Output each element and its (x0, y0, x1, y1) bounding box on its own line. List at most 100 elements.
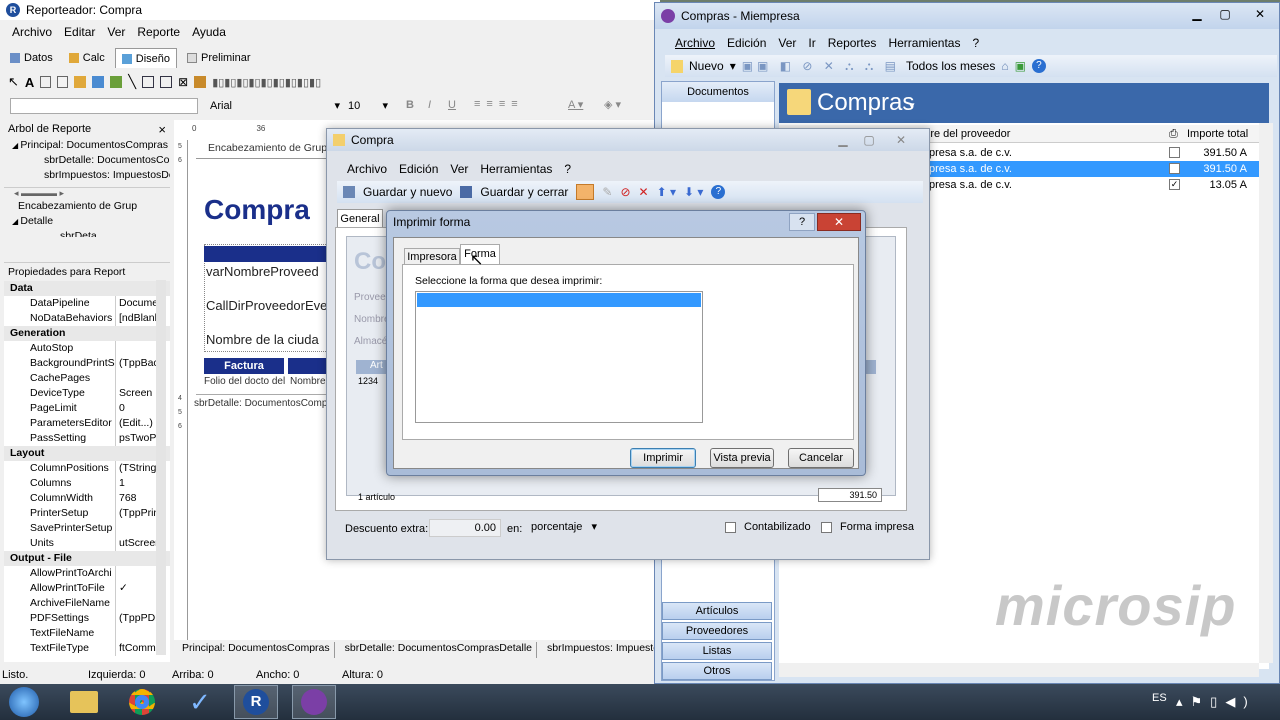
field-ciudad[interactable]: Nombre de la ciuda (206, 332, 319, 347)
cancel-icon[interactable]: ⊘ (620, 185, 630, 199)
nav-header[interactable]: Documentos (662, 82, 774, 102)
nav-otros[interactable]: Otros (662, 662, 772, 680)
menu-reporte[interactable]: Reporte (131, 22, 186, 42)
forma-list-item-selected[interactable] (417, 293, 701, 307)
align-icons[interactable]: ≡≡≡≡ (474, 98, 524, 110)
prop-row[interactable]: Units utScreen (4, 536, 170, 551)
italic-icon[interactable]: I (428, 99, 431, 111)
explorer-taskbar-icon[interactable] (62, 685, 106, 719)
dbtext-tool-icon[interactable] (142, 76, 155, 88)
compras-heading[interactable]: Compras (817, 89, 914, 117)
label-tool-icon[interactable]: A (25, 75, 34, 90)
refresh-icon[interactable]: ▣ (1015, 59, 1026, 73)
menu-ver[interactable]: Ver (101, 22, 131, 42)
more-tools-icon[interactable]: ▮▯▮▯▮▯▮▯▮▯▮▯▮▯▮▯▮▯ (212, 76, 321, 89)
print-icon[interactable] (576, 184, 595, 200)
row-checkbox[interactable] (1169, 147, 1180, 158)
ms-menu-edicion[interactable]: Edición (721, 33, 772, 53)
minimize-button[interactable]: ▁ (1183, 5, 1211, 23)
vertical-scrollbar[interactable] (1259, 123, 1273, 663)
tab-general[interactable]: General (337, 209, 383, 229)
menu-editar[interactable]: Editar (58, 22, 101, 42)
bottom-tab-sbrdetalle[interactable]: sbrDetalle: DocumentosComprasDetalle (341, 642, 537, 658)
compra-help-icon[interactable]: ? (711, 185, 726, 199)
menu-archivo[interactable]: Archivo (6, 22, 58, 42)
grid-cell-clave[interactable]: 1234 (358, 376, 378, 386)
bottom-tab-principal[interactable]: Principal: DocumentosCompras (178, 642, 335, 658)
guardar-nuevo-button[interactable]: Guardar y nuevo (363, 185, 452, 199)
forma-impresa-checkbox[interactable]: Forma impresa (821, 521, 914, 533)
vista-previa-button[interactable]: Vista previa (710, 448, 774, 468)
imprimir-button[interactable]: Imprimir (630, 448, 696, 468)
shape-tool-icon[interactable]: ⊠ (178, 75, 188, 89)
prop-group-header[interactable]: Layout (4, 446, 170, 461)
help-icon[interactable]: ? (1031, 59, 1046, 73)
compra-close-button[interactable]: ✕ (887, 131, 915, 149)
c-menu-help[interactable]: ? (558, 159, 577, 179)
nav-proveedores[interactable]: Proveedores (662, 622, 772, 640)
start-button[interactable] (0, 685, 48, 719)
c-menu-archivo[interactable]: Archivo (341, 159, 393, 179)
prop-group-header[interactable]: Output - File (4, 551, 170, 566)
prop-row[interactable]: ArchiveFileName (4, 596, 170, 611)
cancelar-button[interactable]: Cancelar (788, 448, 854, 468)
maximize-button[interactable]: ▢ (1211, 5, 1239, 23)
folio-label[interactable]: Folio del docto del (204, 376, 285, 387)
properties-scrollbar[interactable] (156, 280, 166, 655)
chrome-taskbar-icon[interactable] (120, 685, 164, 719)
line-tool-icon[interactable]: ╲ (128, 74, 136, 90)
close-icon[interactable]: × (158, 122, 166, 137)
component-name-field[interactable] (10, 98, 198, 114)
prop-row[interactable]: AllowPrintToFile ✓ (4, 581, 170, 596)
filter-label[interactable]: Todos los meses (906, 59, 995, 73)
dialog-help-button[interactable]: ? (789, 213, 815, 231)
nombre-label[interactable]: Nombre (290, 376, 326, 387)
prop-row[interactable]: Columns 1 (4, 476, 170, 491)
prop-row[interactable]: NoDataBehaviors [ndBlank (4, 311, 170, 326)
edit-icon[interactable]: ✎ (602, 185, 612, 199)
tree2-item-detalle[interactable]: ◢ Detalle (4, 214, 170, 229)
tab-diseno[interactable]: Diseño (114, 48, 178, 68)
c-menu-ver[interactable]: Ver (444, 159, 474, 179)
ms-menu-herramientas[interactable]: Herramientas (882, 33, 966, 53)
underline-icon[interactable]: U (448, 99, 456, 111)
menu-ayuda[interactable]: Ayuda (186, 22, 232, 42)
descuento-input[interactable]: 0.00 (429, 519, 501, 537)
nav-articulos[interactable]: Artículos (662, 602, 772, 620)
region-tool-icon[interactable] (194, 76, 207, 88)
contabilizado-checkbox[interactable]: Contabilizado (725, 521, 811, 533)
prop-row[interactable]: ColumnPositions (TString (4, 461, 170, 476)
field-nombre-proveedor[interactable]: varNombreProveed (206, 264, 319, 279)
fill-color-icon[interactable]: ◈ ▾ (604, 98, 621, 111)
language-indicator[interactable]: ES (1152, 692, 1167, 704)
calc-tool-icon[interactable] (74, 76, 87, 88)
nav-listas[interactable]: Listas (662, 642, 772, 660)
tab-datos[interactable]: Datos (4, 48, 59, 68)
ms-menu-archivo[interactable]: Archivo (669, 33, 721, 53)
down-icon[interactable]: ⬇ ▾ (684, 185, 703, 199)
tab-impresora[interactable]: Impresora (404, 248, 460, 264)
tab-preliminar[interactable]: Preliminar (181, 48, 257, 68)
font-size-select[interactable]: 10 ▾ (348, 98, 388, 114)
chart-tool-icon[interactable] (110, 76, 123, 88)
prop-row[interactable]: BackgroundPrintSe (TppBac (4, 356, 170, 371)
nuevo-button[interactable]: Nuevo (689, 59, 724, 73)
close-button[interactable]: ✕ (1243, 5, 1277, 23)
microsip-taskbar-icon[interactable] (292, 685, 336, 719)
up-icon[interactable]: ⬆ ▾ (657, 185, 676, 199)
prop-row[interactable]: TextFileType ftComm (4, 641, 170, 656)
prop-row[interactable]: PageLimit 0 (4, 401, 170, 416)
ms-menu-ir[interactable]: Ir (802, 33, 821, 53)
forma-list[interactable] (415, 291, 703, 423)
prop-row[interactable]: AllowPrintToArchi (4, 566, 170, 581)
tree-item-sbrimpuestos[interactable]: sbrImpuestos: ImpuestosDc (4, 168, 170, 183)
app-taskbar-icon[interactable]: ✓ (178, 685, 222, 719)
reporteador-taskbar-icon[interactable]: R (234, 685, 278, 719)
prop-row[interactable]: DeviceType Screen (4, 386, 170, 401)
home-icon[interactable]: ⌂ (1001, 59, 1008, 73)
compra-minimize-button[interactable]: ▁ (829, 131, 857, 149)
prop-row[interactable]: PassSetting psTwoP (4, 431, 170, 446)
dialog-close-button[interactable]: ✕ (817, 213, 861, 231)
ms-menu-reportes[interactable]: Reportes (822, 33, 883, 53)
font-name-select[interactable]: Arial ▾ (210, 98, 340, 114)
